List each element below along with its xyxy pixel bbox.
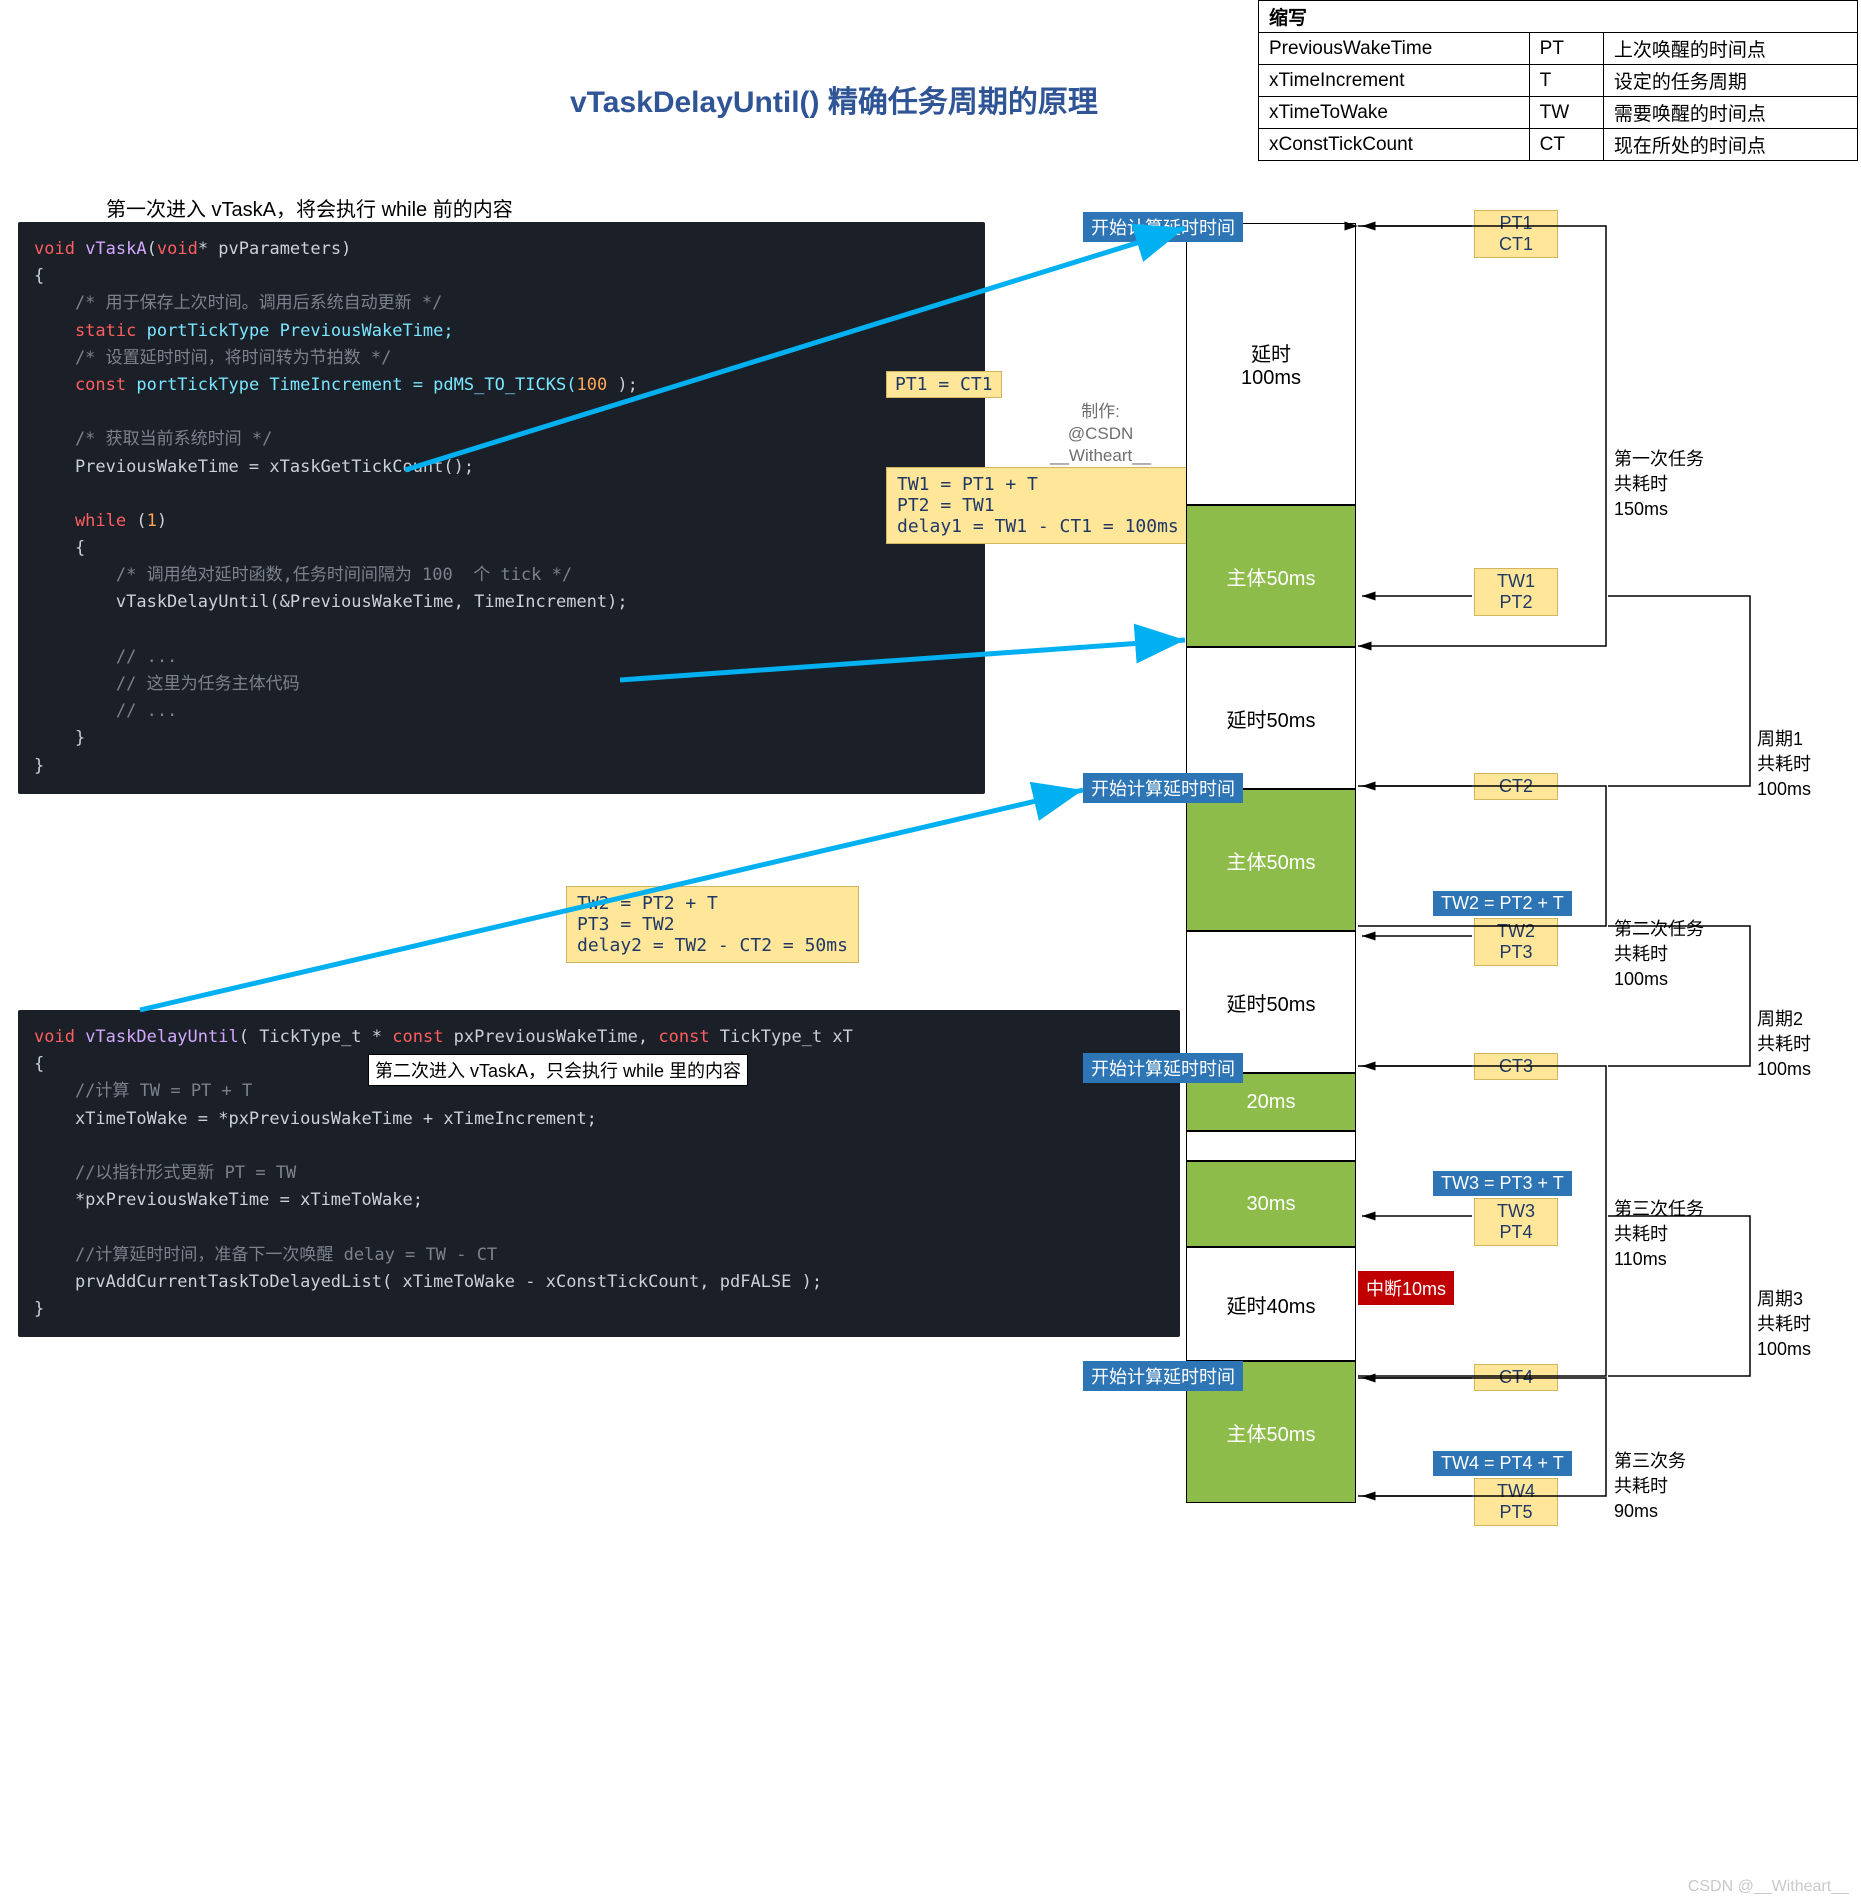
watermark: CSDN @__Witheart__ — [1688, 1878, 1849, 1896]
label-ct4: CT4 — [1474, 1364, 1558, 1391]
timeline-col: 延时 100ms 主体50ms 延时50ms 主体50ms 延时50ms 20m… — [1186, 223, 1356, 1503]
label-pt1: PT1 CT1 — [1474, 210, 1558, 258]
label-ct2: CT2 — [1474, 773, 1558, 800]
first-entry-note: 第一次进入 vTaskA，将会执行 while 前的内容 — [100, 193, 519, 223]
side-period1: 周期1 共耗时 100ms — [1757, 727, 1811, 803]
seg-body: 主体50ms — [1186, 789, 1356, 931]
abbrev-header: 缩写 — [1259, 1, 1858, 33]
calc-block-2: TW2 = PT2 + T PT3 = TW2 delay2 = TW2 - C… — [566, 886, 859, 963]
side-task1: 第一次任务 共耗时 150ms — [1614, 447, 1704, 523]
label-tw4: TW4 PT5 — [1474, 1478, 1558, 1526]
label-tw3-eq: TW3 = PT3 + T — [1433, 1171, 1572, 1196]
seg-delay: 延时50ms — [1186, 647, 1356, 789]
label-tw2: TW2 PT3 — [1474, 918, 1558, 966]
seg-delay: 延时 100ms — [1186, 223, 1356, 505]
label-tw1: TW1 PT2 — [1474, 568, 1558, 616]
seg-delay: 延时50ms — [1186, 931, 1356, 1073]
abbrev-row: xConstTickCountCT现在所处的时间点 — [1259, 129, 1858, 161]
second-entry-note: 第二次进入 vTaskA，只会执行 while 里的内容 — [368, 1054, 748, 1086]
code-vtaska: void vTaskA(void* pvParameters) { /* 用于保… — [18, 222, 985, 794]
seg-gap — [1186, 1131, 1356, 1161]
calc-block-1: TW1 = PT1 + T PT2 = TW1 delay1 = TW1 - C… — [886, 467, 1190, 544]
label-ct3: CT3 — [1474, 1053, 1558, 1080]
page-title: vTaskDelayUntil() 精确任务周期的原理 — [570, 77, 1098, 121]
label-tw2-eq: TW2 = PT2 + T — [1433, 891, 1572, 916]
calc-pt1: PT1 = CT1 — [886, 371, 1002, 398]
seg-body: 主体50ms — [1186, 505, 1356, 647]
start-calc-tag: 开始计算延时时间 — [1083, 773, 1243, 803]
side-task3: 第三次任务 共耗时 110ms — [1614, 1197, 1704, 1273]
abbrev-row: xTimeToWakeTW需要唤醒的时间点 — [1259, 97, 1858, 129]
author-credit: 制作:@CSDN__Witheart__ — [1050, 401, 1151, 467]
side-task3b: 第三次务 共耗时 90ms — [1614, 1449, 1686, 1525]
label-tw3: TW3 PT4 — [1474, 1198, 1558, 1246]
side-period3: 周期3 共耗时 100ms — [1757, 1287, 1811, 1363]
abbrev-table: 缩写 PreviousWakeTimePT上次唤醒的时间点 xTimeIncre… — [1258, 0, 1858, 161]
side-task2: 第二次任务 共耗时 100ms — [1614, 917, 1704, 993]
seg-body: 30ms — [1186, 1161, 1356, 1247]
abbrev-row: PreviousWakeTimePT上次唤醒的时间点 — [1259, 33, 1858, 65]
start-calc-tag: 开始计算延时时间 — [1083, 212, 1243, 242]
label-interrupt: 中断10ms — [1358, 1271, 1454, 1305]
abbrev-row: xTimeIncrementT设定的任务周期 — [1259, 65, 1858, 97]
diagram-root: vTaskDelayUntil() 精确任务周期的原理 缩写 PreviousW… — [0, 0, 1861, 1904]
label-tw4-eq: TW4 = PT4 + T — [1433, 1451, 1572, 1476]
seg-delay: 延时40ms — [1186, 1247, 1356, 1361]
start-calc-tag: 开始计算延时时间 — [1083, 1361, 1243, 1391]
start-calc-tag: 开始计算延时时间 — [1083, 1053, 1243, 1083]
side-period2: 周期2 共耗时 100ms — [1757, 1007, 1811, 1083]
